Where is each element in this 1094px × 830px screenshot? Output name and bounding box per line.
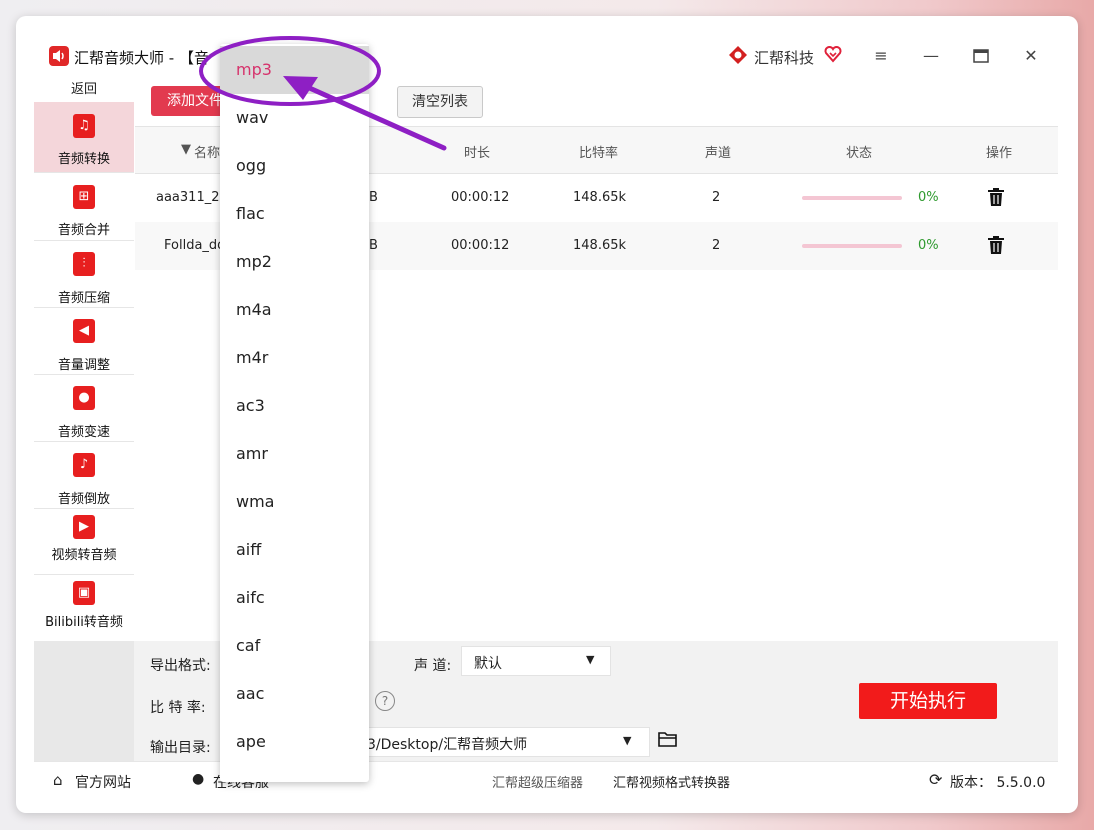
annotation-arrow <box>302 83 447 151</box>
annotation-overlay <box>199 36 447 151</box>
highlight-ellipse <box>199 36 381 106</box>
